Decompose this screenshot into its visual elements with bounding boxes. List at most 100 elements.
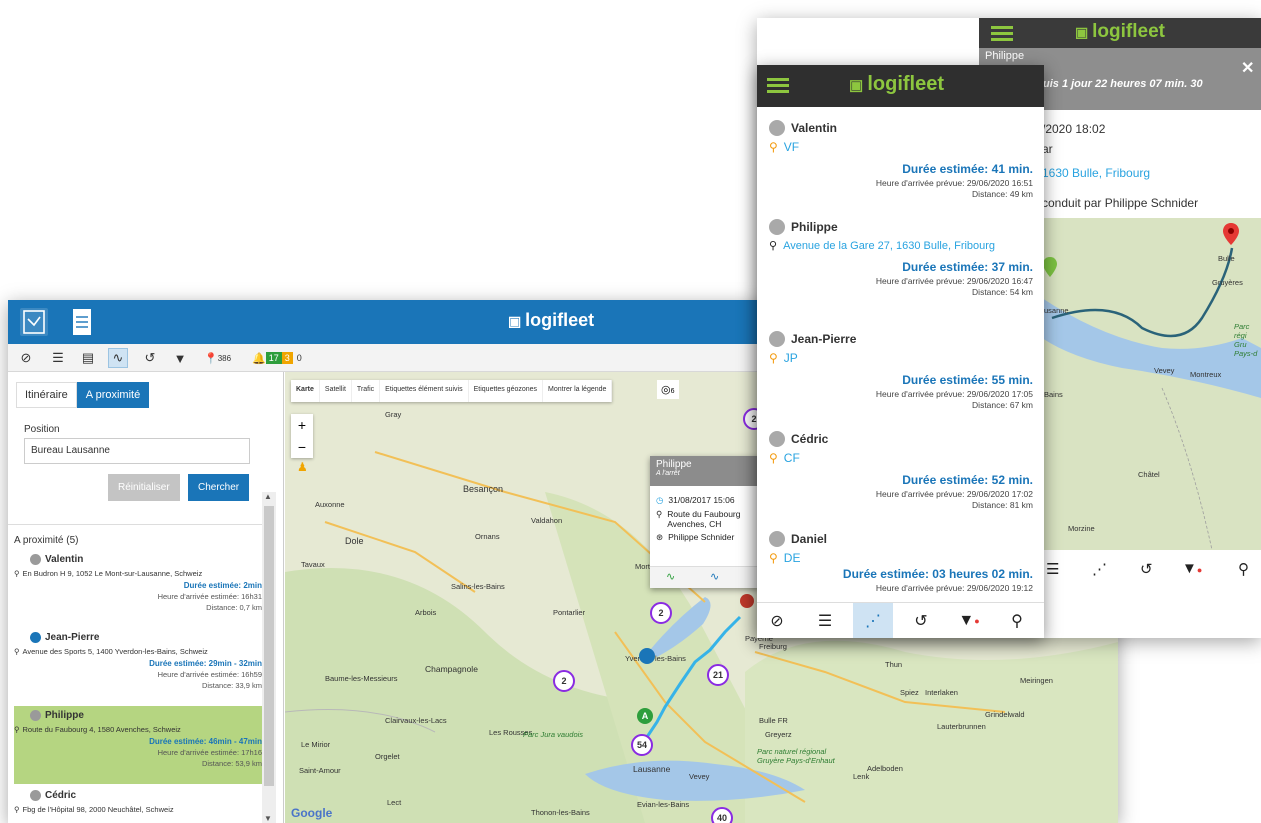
- location-pin-icon: ⚲: [14, 805, 20, 814]
- tab-a-proximite[interactable]: A proximité: [76, 382, 150, 408]
- compass-icon[interactable]: ⊘: [757, 603, 797, 638]
- vehicle-marker-icon[interactable]: [740, 594, 754, 608]
- location-pin-icon: ⚲: [769, 140, 778, 154]
- tab-etiquettes-geozones[interactable]: Etiquettes géozones: [469, 380, 544, 402]
- zoom-in-button[interactable]: +: [291, 414, 313, 436]
- location-pin-icon: ⚲: [769, 451, 778, 465]
- tab-karte[interactable]: Karte: [291, 380, 320, 402]
- table-icon[interactable]: ▤: [78, 348, 98, 368]
- reset-button[interactable]: Réinitialiser: [108, 474, 180, 501]
- history-icon[interactable]: ↺: [140, 348, 160, 368]
- tab-satellit[interactable]: Satellit: [320, 380, 352, 402]
- location-pin-icon: ⚲: [769, 351, 778, 365]
- start-pin-icon[interactable]: [1042, 256, 1058, 277]
- zoom-controls: + −: [291, 414, 313, 458]
- pin-count[interactable]: 📍 386: [204, 348, 231, 368]
- compass-icon[interactable]: ⊘: [16, 348, 36, 368]
- route-icon[interactable]: ∿: [710, 570, 719, 583]
- location-pin-icon[interactable]: ⚲: [1238, 560, 1249, 578]
- status-dot: [30, 632, 41, 643]
- status-dot: [769, 431, 785, 447]
- tablet-map[interactable]: Bulle Gruyères Vevey Montreux Châtel Mor…: [1042, 218, 1261, 550]
- alarm-green-badge: 17: [265, 352, 282, 364]
- close-icon[interactable]: ✕: [1241, 58, 1254, 78]
- phone-app-window: ▣ logifleet Valentin ⚲ VF Durée estimée: …: [757, 65, 1044, 638]
- status-dot: [769, 331, 785, 347]
- list-icon[interactable]: ☰: [48, 348, 68, 368]
- vehicle-marker-icon[interactable]: [639, 648, 655, 664]
- list-item[interactable]: Daniel ⚲ DE Durée estimée: 03 heures 02 m…: [769, 531, 1033, 593]
- status-dot: [769, 531, 785, 547]
- phone-bottom-nav: ⊘ ☰ ⋰ ↺ ▼ ● ⚲: [757, 602, 1044, 638]
- list-item[interactable]: Valentin ⚲ VF Durée estimée: 41 min. Heur…: [769, 120, 1033, 199]
- route-icon[interactable]: ∿: [108, 348, 128, 368]
- list-item[interactable]: Cédric ⚲ Fbg de l'Hôpital 98, 2000 Neuchâ…: [14, 790, 262, 814]
- filter-icon[interactable]: ▼●: [1182, 560, 1202, 577]
- history-icon[interactable]: ↺: [901, 603, 941, 638]
- status-dot: [30, 554, 41, 565]
- location-pin-icon[interactable]: ⚲: [997, 603, 1037, 638]
- list-icon[interactable]: ☰: [1046, 560, 1059, 578]
- phone-header: ▣ logifleet: [757, 65, 1044, 107]
- status-dot: [30, 790, 41, 801]
- steering-wheel-icon: ⊛: [656, 532, 664, 542]
- vehicle-cluster[interactable]: 21: [707, 664, 729, 686]
- alarms[interactable]: 🔔 17 3 0: [252, 348, 302, 368]
- position-label: Position: [24, 424, 60, 435]
- location-pin-icon: ⚲: [656, 509, 663, 519]
- location-pin-icon: ⚲: [14, 725, 20, 734]
- location-pin-icon: ⚲: [769, 551, 778, 565]
- history-icon[interactable]: ↺: [1140, 560, 1153, 578]
- vehicle-cluster[interactable]: 54: [631, 734, 653, 756]
- map-module-icon[interactable]: [16, 304, 52, 340]
- position-input[interactable]: Bureau Lausanne: [24, 438, 250, 464]
- destination-pin-icon[interactable]: [1222, 222, 1240, 245]
- tablet-header: ▣ logifleet: [979, 18, 1261, 48]
- tab-etiquettes-suivis[interactable]: Etiquettes élément suivis: [380, 380, 469, 402]
- search-button[interactable]: Chercher: [188, 474, 250, 501]
- list-item[interactable]: Valentin ⚲ En Budron H 9, 1052 Le Mont-su…: [14, 554, 262, 612]
- vehicle-cluster[interactable]: 2: [553, 670, 575, 692]
- report-module-icon[interactable]: [64, 304, 100, 340]
- tab-trafic[interactable]: Trafic: [352, 380, 381, 402]
- nearby-title: A proximité (5): [14, 535, 79, 546]
- list-icon[interactable]: ☰: [805, 603, 845, 638]
- tab-legende[interactable]: Montrer la légende: [543, 380, 613, 402]
- menu-icon[interactable]: [991, 26, 1013, 42]
- vehicle-popup[interactable]: Philippe A l'arrêt ◷ 31/08/2017 15:06 ⚲ Rou…: [650, 456, 760, 588]
- menu-icon[interactable]: [767, 78, 789, 94]
- scroll-thumb[interactable]: [264, 506, 274, 786]
- status-dot: [769, 219, 785, 235]
- list-item[interactable]: Jean-Pierre ⚲ Avenue des Sports 5, 1400 Y…: [14, 632, 262, 690]
- scrollbar[interactable]: ▲ ▼: [262, 492, 276, 823]
- tab-itineraire[interactable]: Itinéraire: [16, 382, 77, 408]
- list-item[interactable]: Philippe ⚲ Avenue de la Gare 27, 1630 Bul…: [769, 219, 1033, 297]
- share-nodes-icon[interactable]: ⋰: [1092, 560, 1107, 578]
- map-layer-tabs: Karte Satellit Trafic Etiquettes élément…: [291, 380, 613, 402]
- panel-tabs: Itinéraire A proximité: [16, 382, 150, 408]
- nearby-panel: Itinéraire A proximité Position Bureau L…: [8, 372, 284, 823]
- scroll-down-icon[interactable]: ▼: [264, 814, 272, 823]
- list-item[interactable]: Cédric ⚲ CF Durée estimée: 52 min. Heure …: [769, 431, 1033, 510]
- vehicle-cluster[interactable]: 40: [711, 807, 733, 823]
- tablet-bottom-nav: ☰ ⋰ ↺ ▼● ⚲: [1042, 550, 1261, 594]
- start-marker-icon[interactable]: A: [637, 708, 653, 724]
- zoom-out-button[interactable]: −: [291, 436, 313, 458]
- filter-icon[interactable]: ▼●: [949, 603, 989, 638]
- street-view-icon[interactable]: ♟: [297, 460, 308, 474]
- alarm-orange-badge: 3: [281, 352, 293, 364]
- scroll-up-icon[interactable]: ▲: [264, 492, 272, 501]
- filter-icon[interactable]: ▼: [170, 348, 190, 368]
- tablet-map-background: [1042, 218, 1261, 550]
- list-item-selected[interactable]: Philippe ⚲ Route du Faubourg 4, 1580 Aven…: [14, 706, 262, 784]
- status-dot: [769, 120, 785, 136]
- list-item[interactable]: Jean-Pierre ⚲ JP Durée estimée: 55 min. H…: [769, 331, 1033, 410]
- location-pin-icon: ⚲: [769, 240, 778, 252]
- google-logo: Google: [291, 806, 333, 820]
- vehicle-cluster[interactable]: 2: [650, 602, 672, 624]
- share-nodes-icon[interactable]: ⋰: [853, 603, 893, 638]
- target-count[interactable]: ◎6: [657, 380, 679, 399]
- popup-actions: ∿ ∿: [650, 566, 760, 588]
- route-icon[interactable]: ∿: [666, 570, 675, 583]
- divider: [8, 524, 262, 525]
